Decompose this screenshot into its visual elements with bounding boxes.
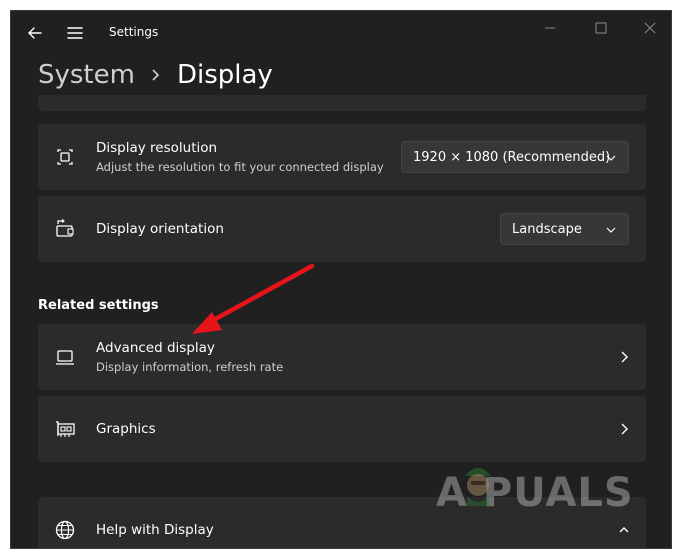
chevron-right-icon <box>152 69 160 81</box>
back-arrow-icon[interactable] <box>25 23 45 43</box>
breadcrumb: System Display <box>38 55 273 95</box>
display-orientation-title: Display orientation <box>96 221 224 237</box>
chevron-right-icon <box>621 423 628 435</box>
graphics-title: Graphics <box>96 421 156 437</box>
globe-icon <box>55 520 75 540</box>
advanced-display-card[interactable]: Advanced display Display information, re… <box>38 324 646 390</box>
chevron-down-icon <box>606 227 616 233</box>
advanced-display-title: Advanced display <box>96 340 215 356</box>
graphics-card-icon <box>56 421 75 437</box>
maximize-icon[interactable] <box>578 15 624 41</box>
close-icon[interactable] <box>627 15 672 41</box>
window-title: Settings <box>109 25 159 39</box>
display-resolution-subtitle: Adjust the resolution to fit your connec… <box>96 160 384 174</box>
resolution-dropdown-value: 1920 × 1080 (Recommended) <box>413 149 611 165</box>
chevron-right-icon <box>621 351 628 363</box>
help-with-display-title: Help with Display <box>96 522 214 538</box>
minimize-icon[interactable] <box>527 15 573 41</box>
hamburger-menu-icon[interactable] <box>65 23 85 43</box>
related-settings-heading: Related settings <box>38 298 159 313</box>
monitor-icon <box>56 350 74 365</box>
settings-window: Settings System Display Display resoluti… <box>10 10 672 549</box>
graphics-card[interactable]: Graphics <box>38 396 646 462</box>
breadcrumb-system-link[interactable]: System <box>38 60 135 90</box>
display-resolution-title: Display resolution <box>96 140 218 156</box>
display-orientation-card: Display orientation Landscape <box>38 196 646 262</box>
previous-setting-card <box>38 95 646 111</box>
resolution-dropdown[interactable]: 1920 × 1080 (Recommended) <box>401 141 629 173</box>
chevron-up-icon[interactable] <box>618 523 630 537</box>
page-title: Display <box>176 60 273 90</box>
resolution-icon <box>57 149 73 165</box>
chevron-down-icon <box>606 155 616 161</box>
orientation-dropdown[interactable]: Landscape <box>500 213 629 245</box>
title-bar: Settings <box>11 11 671 55</box>
orientation-dropdown-value: Landscape <box>512 221 582 237</box>
orientation-icon <box>56 219 74 237</box>
appuals-mascot-icon <box>465 468 491 506</box>
advanced-display-subtitle: Display information, refresh rate <box>96 360 284 374</box>
display-resolution-card: Display resolution Adjust the resolution… <box>38 124 646 190</box>
